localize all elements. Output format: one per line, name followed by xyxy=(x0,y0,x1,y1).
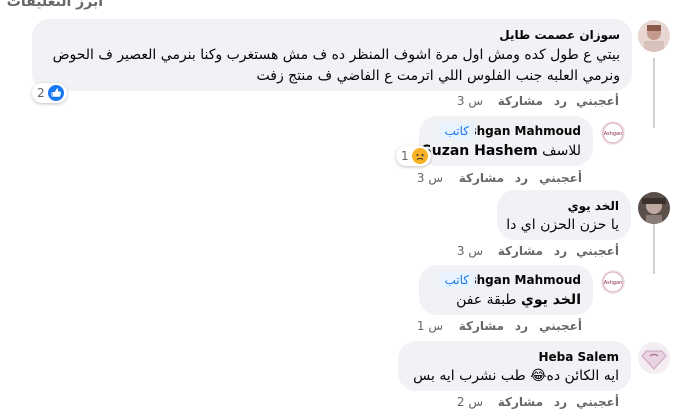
reply-button[interactable]: رد xyxy=(554,244,567,258)
sad-icon xyxy=(411,148,428,164)
like-button[interactable]: أعجبني xyxy=(576,244,619,258)
comment-bubble: Ashgan Mahmoud كاتب للاسف Suzan Hashem xyxy=(419,116,593,166)
svg-text:Ashgan: Ashgan xyxy=(604,131,623,137)
section-title: أبرز التعليقات xyxy=(6,0,103,10)
author-badge: كاتب xyxy=(438,123,475,139)
comment-bubble: Heba Salem ايه الكائن ده😂 طب نشرب ايه بس xyxy=(398,341,631,391)
comment-bubble: الخد يوي يا حزن الحزن اي دا xyxy=(497,190,631,240)
timestamp[interactable]: 1 س xyxy=(417,319,443,333)
timestamp[interactable]: 3 س xyxy=(457,94,483,108)
avatar[interactable] xyxy=(638,20,670,52)
avatar[interactable] xyxy=(638,192,670,224)
comment-actions: أعجبني رد مشاركة 3 س xyxy=(0,171,679,189)
comment-author[interactable]: Ashgan Mahmoud xyxy=(460,124,581,138)
mention-link[interactable]: Suzan Hashem xyxy=(422,143,538,159)
share-button[interactable]: مشاركة xyxy=(498,94,543,108)
like-button[interactable]: أعجبني xyxy=(576,94,619,108)
like-button[interactable]: أعجبني xyxy=(576,395,619,409)
comment-actions: أعجبني رد مشاركة 3 س xyxy=(0,94,679,112)
svg-text:Ashgan: Ashgan xyxy=(604,280,623,286)
share-button[interactable]: مشاركة xyxy=(459,319,504,333)
avatar[interactable]: Ashgan xyxy=(601,121,625,145)
reply-button[interactable]: رد xyxy=(515,171,528,185)
reply-button[interactable]: رد xyxy=(554,395,567,409)
thread-line xyxy=(653,58,655,128)
reactions-summary[interactable]: 1 xyxy=(396,146,431,166)
author-badge: كاتب xyxy=(438,272,475,288)
comment-text: الخد يوي طبقة عفن xyxy=(456,292,581,308)
comment-bubble: سوزان عصمت طايل بيتي ع طول كده ومش اول م… xyxy=(32,19,632,91)
avatar[interactable]: Ashgan xyxy=(601,270,625,294)
like-button[interactable]: أعجبني xyxy=(539,319,582,333)
comment-bubble: Ashgan Mahmoud كاتب الخد يوي طبقة عفن xyxy=(419,265,593,315)
comment-actions: أعجبني رد مشاركة 1 س xyxy=(0,319,679,337)
comment-text: للاسف Suzan Hashem xyxy=(421,143,581,159)
comment-text: ايه الكائن ده😂 طب نشرب ايه بس xyxy=(413,368,619,384)
comment-actions: أعجبني رد مشاركة 2 س xyxy=(0,395,679,413)
avatar[interactable] xyxy=(638,342,670,374)
share-button[interactable]: مشاركة xyxy=(498,244,543,258)
share-button[interactable]: مشاركة xyxy=(498,395,543,409)
mention-link[interactable]: الخد يوي xyxy=(521,292,581,308)
comment-author[interactable]: سوزان عصمت طايل xyxy=(499,28,620,42)
comment-author[interactable]: Heba Salem xyxy=(538,350,619,364)
comment-text: بيتي ع طول كده ومش اول مرة اشوف المنظر د… xyxy=(52,47,620,84)
like-button[interactable]: أعجبني xyxy=(539,171,582,185)
share-button[interactable]: مشاركة xyxy=(459,171,504,185)
timestamp[interactable]: 3 س xyxy=(457,244,483,258)
timestamp[interactable]: 3 س xyxy=(417,171,443,185)
comment-actions: أعجبني رد مشاركة 3 س xyxy=(0,244,679,262)
comment-text: يا حزن الحزن اي دا xyxy=(506,217,619,233)
comment-author[interactable]: Ashgan Mahmoud xyxy=(460,273,581,287)
reply-button[interactable]: رد xyxy=(554,94,567,108)
timestamp[interactable]: 2 س xyxy=(457,395,483,409)
reply-button[interactable]: رد xyxy=(515,319,528,333)
comment-author[interactable]: الخد يوي xyxy=(568,199,619,213)
